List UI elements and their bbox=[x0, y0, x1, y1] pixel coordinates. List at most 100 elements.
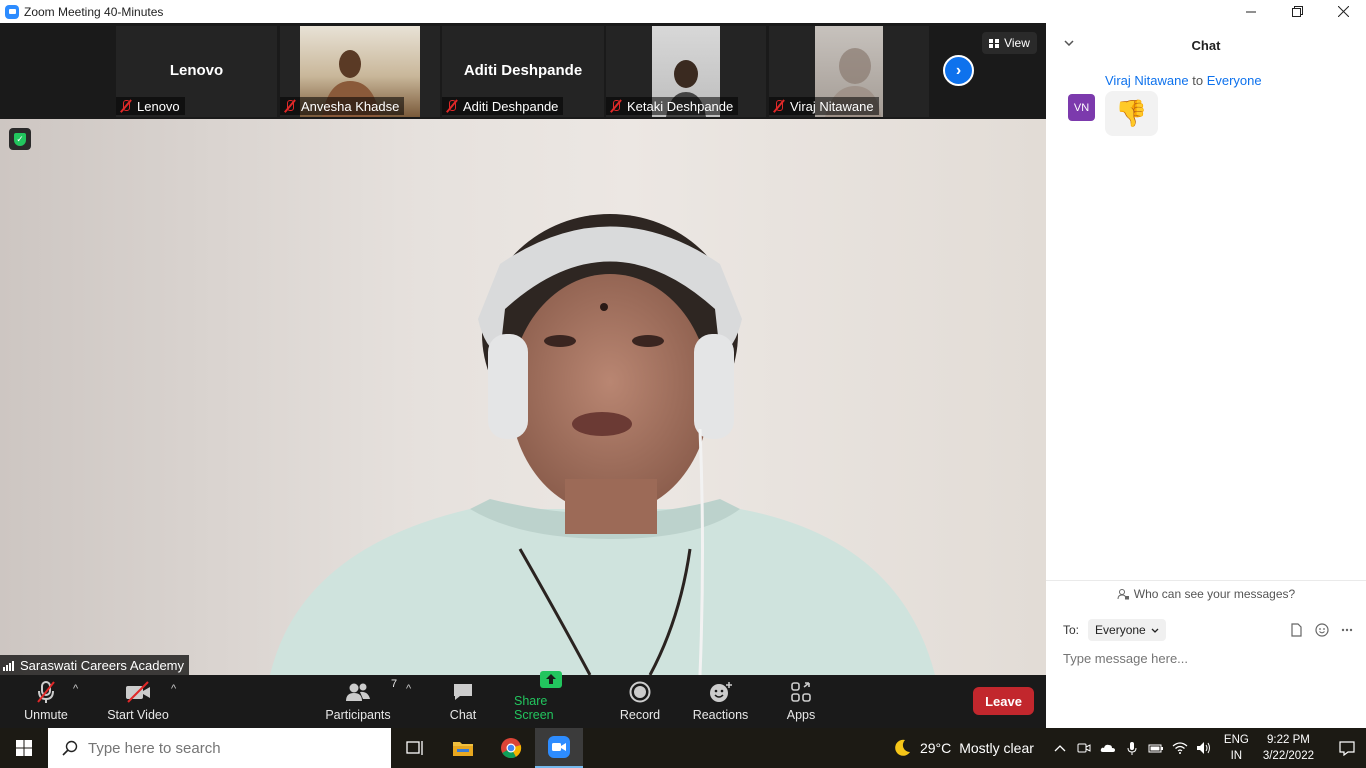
mic-muted-icon bbox=[446, 99, 458, 113]
participant-label: Anvesha Khadse bbox=[280, 97, 405, 115]
chat-message-bubble[interactable]: 👎 bbox=[1105, 91, 1158, 136]
mic-muted-icon bbox=[773, 99, 785, 113]
start-video-button[interactable]: Start Video bbox=[106, 675, 170, 728]
close-button[interactable] bbox=[1320, 0, 1366, 23]
clock-date: 3/22/2022 bbox=[1262, 750, 1314, 762]
weather-widget[interactable]: 29°C Mostly clear bbox=[892, 738, 1034, 758]
participant-tile[interactable]: Aditi Deshpande Aditi Deshpande bbox=[442, 26, 604, 117]
task-view-icon bbox=[406, 741, 423, 755]
emoji-icon[interactable] bbox=[1315, 623, 1329, 637]
who-can-see-messages[interactable]: Who can see your messages? bbox=[1046, 580, 1366, 606]
title-bar: Zoom Meeting 40-Minutes bbox=[0, 0, 1366, 23]
apps-button[interactable]: Apps bbox=[784, 675, 818, 728]
moon-icon bbox=[895, 739, 910, 756]
minimize-button[interactable] bbox=[1228, 0, 1274, 23]
recipient-select[interactable]: Everyone bbox=[1088, 619, 1166, 641]
participant-label: Ketaki Deshpande bbox=[606, 97, 739, 115]
participant-strip: Lenovo Lenovo Anvesha Khadse Aditi Deshp… bbox=[0, 23, 1046, 119]
to-label: To: bbox=[1063, 623, 1080, 637]
participant-label: Viraj Nitawane bbox=[769, 97, 879, 115]
grid-view-icon bbox=[989, 38, 1000, 48]
chat-message-input[interactable] bbox=[1063, 648, 1353, 668]
chat-button[interactable]: Chat bbox=[445, 675, 481, 728]
folder-icon bbox=[453, 742, 473, 756]
wifi-icon[interactable] bbox=[1168, 742, 1192, 754]
meeting-toolbar: Unmute ^ Start Video ^ 7 Participants ^ … bbox=[0, 671, 1046, 728]
zoom-icon bbox=[548, 736, 570, 758]
clock-time: 9:22 PM bbox=[1267, 734, 1310, 746]
participant-tile[interactable]: Lenovo Lenovo bbox=[116, 26, 277, 117]
restore-button[interactable] bbox=[1274, 0, 1320, 23]
notifications-button[interactable] bbox=[1328, 740, 1366, 756]
start-button[interactable] bbox=[0, 728, 48, 768]
message-sender[interactable]: Viraj Nitawane bbox=[1105, 73, 1189, 88]
record-label: Record bbox=[619, 708, 661, 722]
chat-recipient-row: To: Everyone bbox=[1063, 619, 1353, 641]
participant-tile[interactable]: Ketaki Deshpande bbox=[606, 26, 766, 117]
reactions-label: Reactions bbox=[692, 708, 749, 722]
clock[interactable]: 9:22 PM 3/22/2022 bbox=[1263, 732, 1314, 764]
share-screen-button[interactable]: Share Screen bbox=[514, 671, 588, 728]
apps-label: Apps bbox=[786, 708, 816, 722]
speaker-name-tag: Saraswati Careers Academy bbox=[0, 655, 190, 675]
main-video[interactable]: ✓ Saraswati Careers Academy bbox=[0, 119, 1046, 675]
message-to-word: to bbox=[1192, 73, 1204, 88]
volume-icon[interactable] bbox=[1192, 741, 1216, 755]
next-page-button[interactable]: › bbox=[943, 55, 974, 86]
file-explorer-button[interactable] bbox=[439, 728, 487, 768]
file-icon[interactable] bbox=[1290, 623, 1303, 637]
meet-now-icon[interactable] bbox=[1072, 741, 1096, 755]
onedrive-icon[interactable] bbox=[1096, 743, 1120, 753]
video-off-icon bbox=[126, 681, 150, 703]
reactions-icon bbox=[709, 682, 732, 702]
battery-icon[interactable] bbox=[1144, 743, 1168, 753]
participants-label: Participants bbox=[325, 708, 391, 722]
participant-tile[interactable]: Anvesha Khadse bbox=[280, 26, 440, 117]
start-video-label: Start Video bbox=[107, 708, 169, 722]
reactions-button[interactable]: Reactions bbox=[692, 675, 749, 728]
participants-options-caret[interactable]: ^ bbox=[406, 683, 411, 695]
task-view-button[interactable] bbox=[391, 728, 439, 768]
unmute-label: Unmute bbox=[24, 708, 68, 722]
view-button[interactable]: View bbox=[982, 32, 1037, 54]
zoom-taskbar-button[interactable] bbox=[535, 728, 583, 768]
chrome-button[interactable] bbox=[487, 728, 535, 768]
meeting-area: Lenovo Lenovo Anvesha Khadse Aditi Deshp… bbox=[0, 23, 1046, 728]
chat-message-header: Viraj Nitawane to Everyone bbox=[1105, 73, 1262, 88]
share-screen-label: Share Screen bbox=[514, 694, 554, 722]
chevron-down-icon[interactable] bbox=[1064, 37, 1074, 49]
speaker-name: Saraswati Careers Academy bbox=[20, 657, 185, 673]
video-options-caret[interactable]: ^ bbox=[171, 683, 176, 695]
mic-muted-icon bbox=[610, 99, 622, 113]
notification-icon bbox=[1339, 740, 1355, 756]
participant-tile[interactable]: Viraj Nitawane bbox=[769, 26, 929, 117]
avatar: VN bbox=[1068, 94, 1095, 121]
participant-label: Aditi Deshpande bbox=[442, 97, 564, 115]
language-indicator[interactable]: ENG IN bbox=[1224, 732, 1249, 764]
mic-muted-icon bbox=[284, 99, 296, 113]
person-lock-icon bbox=[1117, 588, 1129, 599]
apps-icon bbox=[791, 682, 811, 702]
taskbar-search-box[interactable] bbox=[48, 728, 391, 768]
chevron-up-icon[interactable] bbox=[1048, 744, 1072, 752]
search-input[interactable] bbox=[88, 739, 358, 757]
more-options-icon[interactable] bbox=[1341, 623, 1353, 637]
participants-button[interactable]: 7 Participants bbox=[325, 675, 397, 728]
record-icon bbox=[629, 681, 651, 703]
chat-header: Chat bbox=[1046, 23, 1366, 67]
windows-logo-icon bbox=[16, 740, 32, 756]
record-button[interactable]: Record bbox=[618, 675, 662, 728]
chat-panel: Chat Viraj Nitawane to Everyone VN 👎 Who… bbox=[1046, 23, 1366, 728]
chrome-icon bbox=[501, 738, 522, 759]
weather-temperature: 29°C bbox=[919, 740, 952, 756]
message-recipient[interactable]: Everyone bbox=[1207, 73, 1262, 88]
participant-big-name: Lenovo bbox=[169, 62, 224, 79]
participant-big-name: Aditi Deshpande bbox=[463, 62, 583, 79]
mic-muted-icon bbox=[120, 99, 132, 113]
encryption-shield-icon[interactable]: ✓ bbox=[9, 128, 31, 150]
unmute-button[interactable]: Unmute bbox=[20, 675, 72, 728]
microphone-icon[interactable] bbox=[1120, 741, 1144, 756]
leave-button[interactable]: Leave bbox=[973, 687, 1034, 715]
window-title: Zoom Meeting 40-Minutes bbox=[24, 4, 164, 19]
audio-options-caret[interactable]: ^ bbox=[73, 683, 78, 695]
